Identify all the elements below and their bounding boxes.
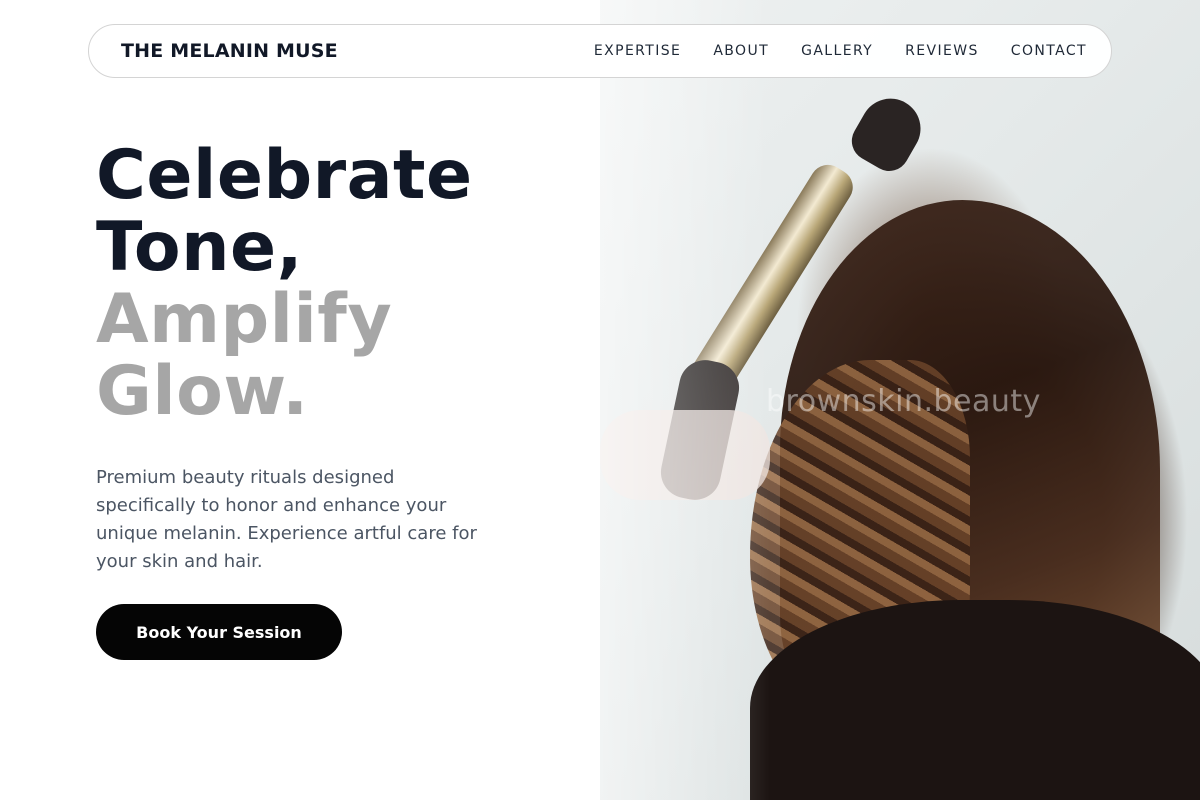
nav-link-reviews[interactable]: REVIEWS	[905, 43, 979, 59]
brand-logo[interactable]: THE MELANIN MUSE	[121, 40, 338, 62]
nav-link-expertise[interactable]: EXPERTISE	[594, 43, 681, 59]
nav-link-gallery[interactable]: GALLERY	[801, 43, 873, 59]
hero-section: Celebrate Tone, Amplify Glow. Premium be…	[96, 140, 576, 576]
image-fade	[600, 0, 770, 800]
hero-image: brownskin.beauty	[600, 0, 1200, 800]
book-session-button[interactable]: Book Your Session	[96, 604, 342, 660]
headline-line-1: Celebrate	[96, 136, 473, 215]
headline-line-3: Amplify	[96, 280, 393, 359]
landing-page: brownskin.beauty THE MELANIN MUSE EXPERT…	[0, 0, 1200, 800]
image-watermark: brownskin.beauty	[766, 384, 1041, 419]
headline-line-4: Glow.	[96, 352, 309, 431]
curling-iron-tip	[844, 87, 932, 179]
shoulder-shape	[750, 600, 1200, 800]
nav-link-contact[interactable]: CONTACT	[1011, 43, 1087, 59]
nav-links: EXPERTISE ABOUT GALLERY REVIEWS CONTACT	[594, 43, 1087, 59]
top-nav: THE MELANIN MUSE EXPERTISE ABOUT GALLERY…	[88, 24, 1112, 78]
nav-link-about[interactable]: ABOUT	[713, 43, 769, 59]
hero-headline: Celebrate Tone, Amplify Glow.	[96, 140, 576, 428]
headline-line-2: Tone,	[96, 208, 303, 287]
hero-description: Premium beauty rituals designed specific…	[96, 467, 477, 572]
